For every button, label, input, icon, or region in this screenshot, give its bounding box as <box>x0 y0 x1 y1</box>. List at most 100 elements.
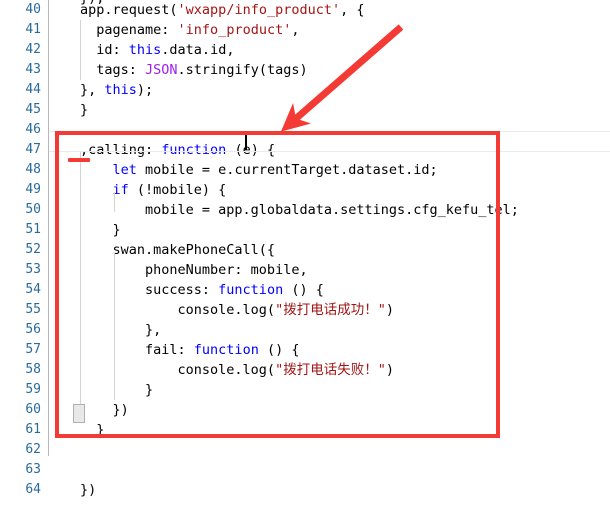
text-caret <box>245 133 247 150</box>
code-line[interactable]: console.log("拨打电话失败！") <box>80 360 394 380</box>
code-line[interactable]: id: this.data.id, <box>80 40 234 60</box>
code-token-plain: id: <box>80 42 129 58</box>
code-line[interactable]: }) <box>80 400 129 420</box>
code-line[interactable]: tags: JSON.stringify(tags) <box>80 60 308 80</box>
indent-guide <box>114 192 115 212</box>
code-line[interactable]: } <box>80 420 104 440</box>
code-token-plain: pagename: <box>80 22 178 38</box>
bracket-match-highlight <box>73 404 85 423</box>
code-token-plain: }) <box>80 482 97 498</box>
code-token-keyword: this <box>104 82 137 98</box>
code-editor[interactable]: 40 41 42 43 44 45 46 47 48 49 50 51 52 53 54 55 56 57 58 59… <box>0 0 610 529</box>
line-number: 43 <box>25 62 41 77</box>
current-line-bottom-border <box>49 151 610 152</box>
line-number: 55 <box>25 302 41 317</box>
code-token-keyword: this <box>128 42 162 58</box>
code-token-string: 'wxapp/info_product' <box>177 2 341 18</box>
line-number: 48 <box>25 162 41 177</box>
code-line[interactable]: pagename: 'info_product', <box>80 20 299 40</box>
code-token-plain: app.request( <box>80 2 178 18</box>
code-token-string: 'info_product' <box>177 22 292 38</box>
line-number: 59 <box>25 382 41 397</box>
code-token-plain: ); <box>136 82 154 98</box>
line-number: 57 <box>25 342 41 357</box>
line-number: 61 <box>25 422 41 437</box>
code-line[interactable]: if (!mobile) { <box>80 180 227 200</box>
code-token-plain: success: <box>80 282 219 298</box>
code-line[interactable]: success: function () { <box>80 280 324 300</box>
code-token-keyword: let <box>112 162 137 178</box>
code-token-plain: () { <box>283 282 324 298</box>
code-token-plain: .stringify(tags) <box>177 62 308 78</box>
code-token-plain: (!mobile) { <box>128 182 227 198</box>
code-token-plain: console.log( <box>80 302 276 318</box>
line-number: 44 <box>25 82 41 97</box>
code-token-plain: fail: <box>80 342 194 358</box>
code-token-plain: tags: <box>80 62 146 78</box>
code-token-plain: () { <box>258 342 300 358</box>
line-number: 42 <box>25 42 41 57</box>
code-line[interactable]: }, <box>80 320 161 340</box>
annotation-dash-mark <box>68 158 90 162</box>
code-line[interactable]: mobile = app.globaldata.settings.cfg_kef… <box>80 200 519 220</box>
line-number: 56 <box>25 322 41 337</box>
line-number: 49 <box>25 182 41 197</box>
indent-guide <box>80 152 81 420</box>
code-line[interactable]: }, this); <box>80 80 153 100</box>
code-token-keyword: function <box>193 342 259 358</box>
code-line[interactable]: } <box>80 100 88 120</box>
code-content-area[interactable]: }); app.request('wxapp/info_product', { … <box>48 0 610 529</box>
code-line[interactable]: } <box>80 380 153 400</box>
code-token-plain: , <box>291 22 300 38</box>
code-line[interactable]: swan.makePhoneCall({ <box>80 240 276 260</box>
code-token-plain: mobile = e.currentTarget.dataset.id; <box>136 162 438 178</box>
code-token-plain: , { <box>340 2 365 18</box>
line-number: 62 <box>25 442 41 457</box>
code-token-plain: console.log( <box>80 362 276 378</box>
code-line[interactable]: } <box>80 220 121 240</box>
line-number: 47 <box>25 142 41 157</box>
line-number: 40 <box>25 2 41 17</box>
code-line[interactable]: app.request('wxapp/info_product', { <box>80 0 365 20</box>
code-token-string: "拨打电话成功！" <box>275 302 386 318</box>
line-number: 63 <box>25 462 41 477</box>
code-line[interactable]: }) <box>80 480 96 500</box>
code-token-keyword: function <box>161 142 227 158</box>
line-number: 45 <box>25 102 41 117</box>
line-number: 64 <box>25 482 41 497</box>
line-number: 50 <box>25 202 41 217</box>
indent-guide <box>80 20 81 80</box>
line-number: 51 <box>25 222 41 237</box>
code-token-plain: swan.makePhoneCall({ <box>80 242 276 258</box>
code-token-plain: }, <box>80 322 162 338</box>
code-token-plain: } <box>80 422 105 438</box>
code-token-keyword: function <box>218 282 284 298</box>
code-token-plain: } <box>80 102 89 118</box>
code-token-plain: } <box>80 382 154 398</box>
code-token-string: "拨打电话失败！" <box>275 362 386 378</box>
code-line[interactable]: let mobile = e.currentTarget.dataset.id; <box>80 160 438 180</box>
line-number: 60 <box>25 402 41 417</box>
line-number: 46 <box>25 122 41 137</box>
line-number: 41 <box>25 22 41 37</box>
line-number: 52 <box>25 242 41 257</box>
line-number: 54 <box>25 282 41 297</box>
code-token-plain: mobile = app.globaldata.settings.cfg_kef… <box>80 202 519 218</box>
current-line-top-border <box>49 131 610 132</box>
code-token-plain: }, <box>80 82 105 98</box>
code-token-plain: ) <box>385 362 394 378</box>
code-token-type: JSON <box>145 62 178 78</box>
code-token-plain: .data.id, <box>161 42 235 58</box>
code-line[interactable]: console.log("拨打电话成功！") <box>80 300 394 320</box>
line-number: 53 <box>25 262 41 277</box>
code-token-plain: ,calling: <box>80 142 162 158</box>
indent-guide <box>114 252 115 400</box>
line-number: 58 <box>25 362 41 377</box>
code-token-plain: }) <box>80 402 129 418</box>
code-token-plain: (e) { <box>226 142 276 158</box>
code-line[interactable]: fail: function () { <box>80 340 299 360</box>
code-token-plain: } <box>80 222 121 238</box>
code-token-plain: ) <box>385 302 394 318</box>
